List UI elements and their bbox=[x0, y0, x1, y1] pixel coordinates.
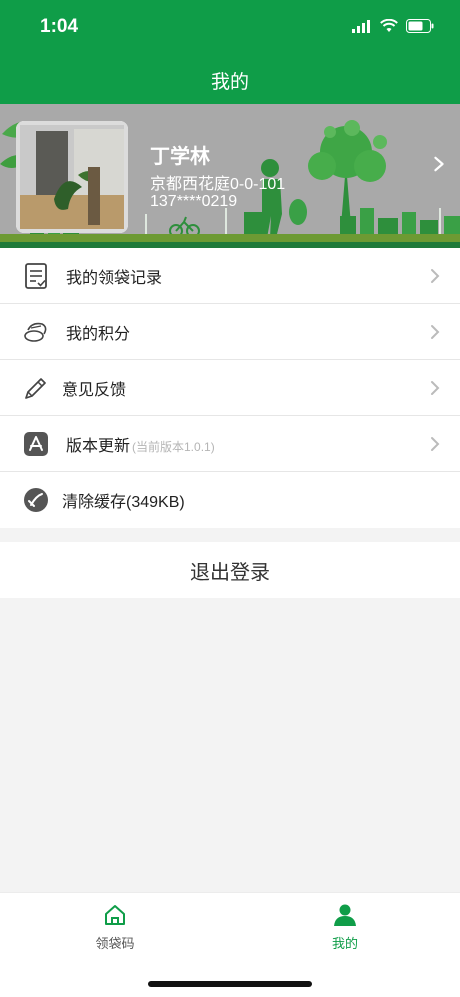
menu-label-bag-records: 我的领袋记录 bbox=[66, 269, 163, 287]
cellular-signal-icon bbox=[352, 19, 370, 33]
logout-label: 退出登录 bbox=[190, 561, 270, 584]
tab-mine[interactable]: 我的 bbox=[285, 903, 405, 952]
nav-bar: 我的 bbox=[0, 56, 460, 104]
version-update-text: 版本更新 bbox=[66, 437, 131, 455]
tab-home[interactable]: 领袋码 bbox=[55, 903, 175, 952]
menu-item-clear-cache[interactable]: 清除缓存(349KB) bbox=[0, 472, 460, 528]
menu-list: 我的领袋记录 我的积分 意见反馈 版本更新 (当前版本1.0.1) 清除缓存(3… bbox=[0, 248, 460, 528]
menu-label-points: 我的积分 bbox=[66, 325, 131, 343]
wifi-icon bbox=[380, 19, 398, 32]
coins-icon bbox=[24, 322, 47, 342]
status-icons bbox=[352, 19, 434, 33]
logout-button[interactable]: 退出登录 bbox=[0, 542, 460, 598]
profile-chevron-right-icon bbox=[434, 156, 444, 172]
menu-label-feedback: 意见反馈 bbox=[62, 381, 127, 399]
broom-icon bbox=[24, 488, 48, 512]
profile-phone: 137****0219 bbox=[150, 193, 238, 210]
avatar-photo bbox=[16, 121, 128, 233]
battery-icon bbox=[406, 19, 434, 33]
current-version-text: (当前版本1.0.1) bbox=[132, 439, 215, 454]
chevron-right-icon bbox=[431, 381, 440, 395]
menu-label-clear-cache: 清除缓存(349KB) bbox=[62, 494, 185, 511]
tab-mine-label: 我的 bbox=[331, 936, 358, 951]
avatar[interactable] bbox=[16, 121, 128, 233]
status-bar: 1:04 bbox=[0, 0, 460, 56]
menu-label-version-update: 版本更新 (当前版本1.0.1) bbox=[66, 432, 215, 456]
page-title: 我的 bbox=[210, 71, 249, 93]
pencil-icon bbox=[25, 378, 46, 399]
menu-item-bag-records[interactable]: 我的领袋记录 bbox=[0, 248, 460, 304]
menu-item-points[interactable]: 我的积分 bbox=[0, 304, 460, 360]
profile-address: 京都西花庭0-0-101 bbox=[150, 176, 286, 193]
home-indicator bbox=[148, 981, 312, 987]
person-icon bbox=[334, 904, 356, 926]
menu-item-version-update[interactable]: 版本更新 (当前版本1.0.1) bbox=[0, 416, 460, 472]
document-list-icon bbox=[25, 263, 47, 289]
tab-home-label: 领袋码 bbox=[95, 936, 135, 951]
status-time: 1:04 bbox=[40, 16, 79, 37]
chevron-right-icon bbox=[431, 269, 440, 283]
menu-item-feedback[interactable]: 意见反馈 bbox=[0, 360, 460, 416]
chevron-right-icon bbox=[431, 325, 440, 339]
home-icon bbox=[105, 905, 125, 925]
profile-name: 丁学林 bbox=[150, 146, 210, 168]
app-store-icon bbox=[24, 432, 48, 456]
chevron-right-icon bbox=[431, 437, 440, 451]
